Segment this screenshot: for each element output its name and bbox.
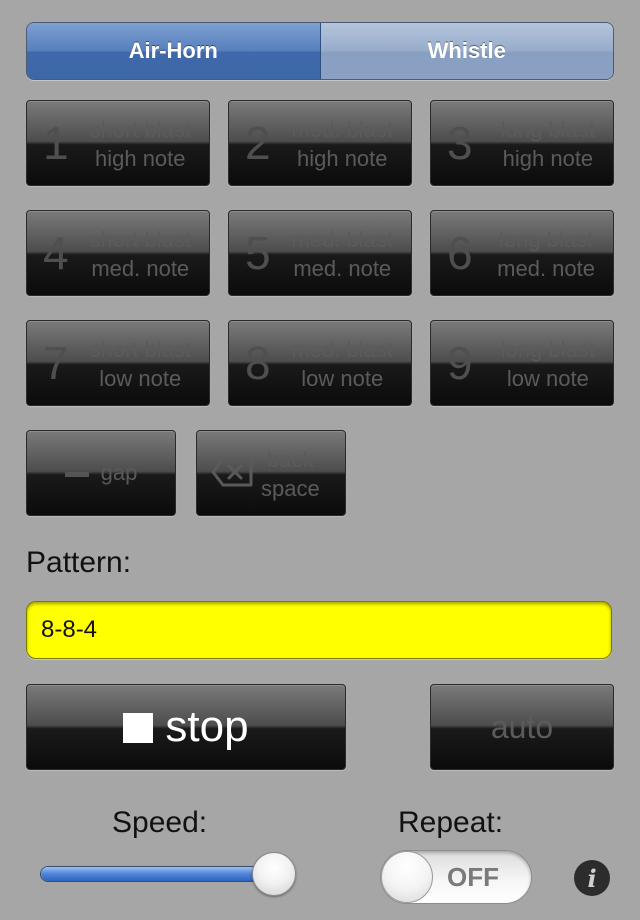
key-5[interactable]: 5 med. blast med. note — [228, 210, 412, 296]
gap-label: gap — [100, 460, 138, 485]
dash-icon — [64, 471, 89, 477]
key-description: med. blast low note — [291, 337, 394, 391]
key-number: 1 — [43, 117, 69, 169]
toggle-knob — [381, 851, 433, 903]
key-7[interactable]: 7 short blast low note — [26, 320, 210, 406]
speed-slider-fill — [41, 867, 274, 881]
auto-button[interactable]: auto — [430, 684, 614, 770]
key-number: 9 — [447, 337, 473, 389]
key-9[interactable]: 9 long blast low note — [430, 320, 614, 406]
key-description: short blast med. note — [89, 227, 192, 281]
key-description: med. blast high note — [291, 117, 394, 171]
pattern-label: Pattern: — [26, 546, 132, 579]
auto-label: auto — [490, 708, 554, 745]
key-description: med. blast med. note — [291, 227, 394, 281]
key-8[interactable]: 8 med. blast low note — [228, 320, 412, 406]
key-number: 3 — [447, 117, 473, 169]
key-description: short blast high note — [89, 117, 192, 171]
segment-whistle[interactable]: Whistle — [320, 23, 613, 79]
backspace-label: back space — [261, 447, 320, 501]
key-number: 8 — [245, 337, 271, 389]
gap-button[interactable]: gap — [26, 430, 176, 516]
key-description: long blast med. note — [497, 227, 595, 281]
key-number: 5 — [245, 227, 271, 279]
speed-label: Speed: — [112, 806, 208, 839]
key-number: 4 — [43, 227, 69, 279]
key-1[interactable]: 1 short blast high note — [26, 100, 210, 186]
repeat-toggle[interactable]: OFF — [380, 850, 532, 904]
key-description: short blast low note — [89, 337, 192, 391]
key-number: 6 — [447, 227, 473, 279]
backspace-button[interactable]: back space — [196, 430, 346, 516]
key-number: 2 — [245, 117, 271, 169]
key-2[interactable]: 2 med. blast high note — [228, 100, 412, 186]
backspace-icon — [211, 457, 253, 492]
info-icon[interactable]: i — [574, 860, 610, 896]
stop-label: stop — [165, 702, 249, 751]
key-description: long blast low note — [500, 337, 595, 391]
stop-button[interactable]: stop — [26, 684, 346, 770]
segment-air-horn[interactable]: Air-Horn — [27, 23, 321, 79]
key-4[interactable]: 4 short blast med. note — [26, 210, 210, 296]
toggle-state-label: OFF — [447, 861, 499, 892]
key-6[interactable]: 6 long blast med. note — [430, 210, 614, 296]
pattern-field[interactable]: 8-8-4 — [26, 601, 612, 659]
sound-type-segmented-control: Air-Horn Whistle — [26, 22, 614, 80]
stop-square-icon — [123, 713, 154, 743]
key-description: long blast high note — [500, 117, 595, 171]
key-number: 7 — [43, 337, 69, 389]
speed-slider-thumb[interactable] — [251, 852, 296, 896]
repeat-label: Repeat: — [398, 806, 504, 839]
key-3[interactable]: 3 long blast high note — [430, 100, 614, 186]
